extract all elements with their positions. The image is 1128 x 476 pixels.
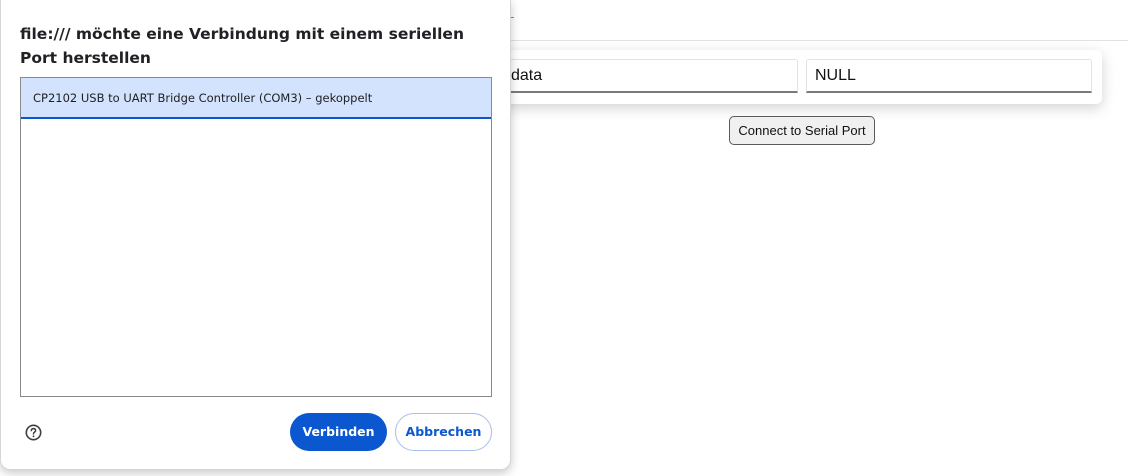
help-circle-icon[interactable] — [25, 424, 42, 441]
field-card: data NULL — [470, 50, 1102, 104]
null-field[interactable]: NULL — [806, 59, 1092, 93]
cancel-button[interactable]: Abbrechen — [395, 413, 492, 451]
dialog-title: file:/// möchte eine Verbindung mit eine… — [20, 25, 464, 67]
data-field[interactable]: data — [502, 59, 798, 93]
page: data NULL Connect to Serial Port file://… — [0, 0, 1128, 476]
connect-serial-port-button[interactable]: Connect to Serial Port — [729, 116, 875, 145]
port-list-item[interactable]: CP2102 USB to UART Bridge Controller (CO… — [21, 78, 491, 119]
port-list[interactable]: CP2102 USB to UART Bridge Controller (CO… — [20, 77, 492, 397]
serial-port-permission-dialog: file:/// möchte eine Verbindung mit eine… — [0, 0, 511, 470]
connect-button[interactable]: Verbinden — [290, 413, 387, 451]
